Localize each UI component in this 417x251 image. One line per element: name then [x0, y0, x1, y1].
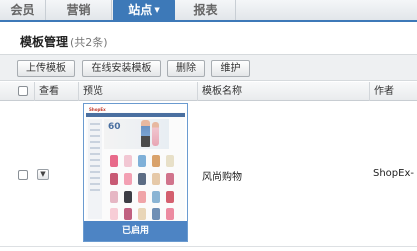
- preview-product: [124, 155, 132, 167]
- preview-product: [138, 155, 146, 167]
- delete-button[interactable]: 删除: [167, 60, 205, 77]
- column-header-author: 作者: [374, 86, 394, 97]
- preview-product: [152, 155, 160, 167]
- tab-marketing-label: 营销: [66, 3, 91, 17]
- tab-members-label: 会员: [10, 3, 35, 17]
- tab-site-label: 站点: [128, 3, 153, 17]
- select-all-checkbox[interactable]: [18, 86, 28, 96]
- top-nav: 会员 营销 站点 ▼ 报表: [0, 0, 417, 22]
- preview-product: [110, 208, 118, 220]
- record-count: (共2条): [70, 36, 108, 49]
- template-status-badge: 已启用: [84, 221, 187, 241]
- preview-product: [166, 155, 174, 167]
- upload-template-button[interactable]: 上传模板: [17, 60, 75, 77]
- preview-product: [166, 208, 174, 220]
- online-install-template-button[interactable]: 在线安装模板: [82, 60, 161, 77]
- preview-product: [124, 208, 132, 220]
- column-header-preview: 预览: [83, 86, 103, 97]
- preview-product: [110, 173, 118, 185]
- column-header-template-name: 模板名称: [202, 86, 242, 97]
- preview-product: [138, 208, 146, 220]
- column-divider: [78, 82, 79, 101]
- template-preview-image: ShopEx 60: [86, 106, 185, 223]
- preview-product: [166, 191, 174, 203]
- preview-banner-text: 60: [108, 122, 121, 132]
- tab-marketing[interactable]: 营销: [46, 0, 112, 20]
- preview-product: [110, 191, 118, 203]
- chevron-down-icon: ▼: [40, 170, 46, 178]
- table-header: 查看 预览 模板名称 作者: [0, 82, 417, 101]
- template-name: 风尚购物: [202, 172, 242, 183]
- preview-sidebar: [88, 119, 102, 219]
- column-header-view: 查看: [39, 86, 59, 97]
- column-divider: [369, 82, 370, 101]
- preview-logo: ShopEx: [89, 107, 106, 112]
- preview-product: [124, 173, 132, 185]
- preview-model-image: [152, 122, 159, 146]
- column-divider: [34, 82, 35, 101]
- preview-product: [152, 191, 160, 203]
- preview-model-image: [141, 120, 150, 147]
- maintain-button[interactable]: 维护: [211, 60, 250, 77]
- tab-reports[interactable]: 报表: [176, 0, 236, 20]
- tab-site[interactable]: 站点 ▼: [113, 0, 175, 21]
- preview-product: [166, 173, 174, 185]
- chevron-down-icon: ▼: [154, 6, 160, 14]
- page-title-text: 模板管理: [20, 35, 69, 49]
- template-author: ShopEx-: [373, 168, 414, 179]
- toolbar: 上传模板 在线安装模板 删除 维护: [0, 54, 417, 81]
- preview-product: [124, 191, 132, 203]
- template-preview-thumbnail[interactable]: ShopEx 60 已启用: [83, 103, 188, 242]
- tab-reports-label: 报表: [193, 3, 218, 17]
- page-title: 模板管理 (共2条): [20, 33, 108, 50]
- preview-nav-bar: [86, 113, 185, 117]
- row-view-dropdown-button[interactable]: ▼: [37, 169, 49, 180]
- preview-product: [138, 173, 146, 185]
- tab-members[interactable]: 会员: [0, 0, 46, 20]
- column-divider: [197, 82, 198, 101]
- preview-product: [152, 173, 160, 185]
- preview-product: [110, 155, 118, 167]
- preview-product: [152, 208, 160, 220]
- row-checkbox[interactable]: [18, 170, 28, 180]
- preview-product: [138, 191, 146, 203]
